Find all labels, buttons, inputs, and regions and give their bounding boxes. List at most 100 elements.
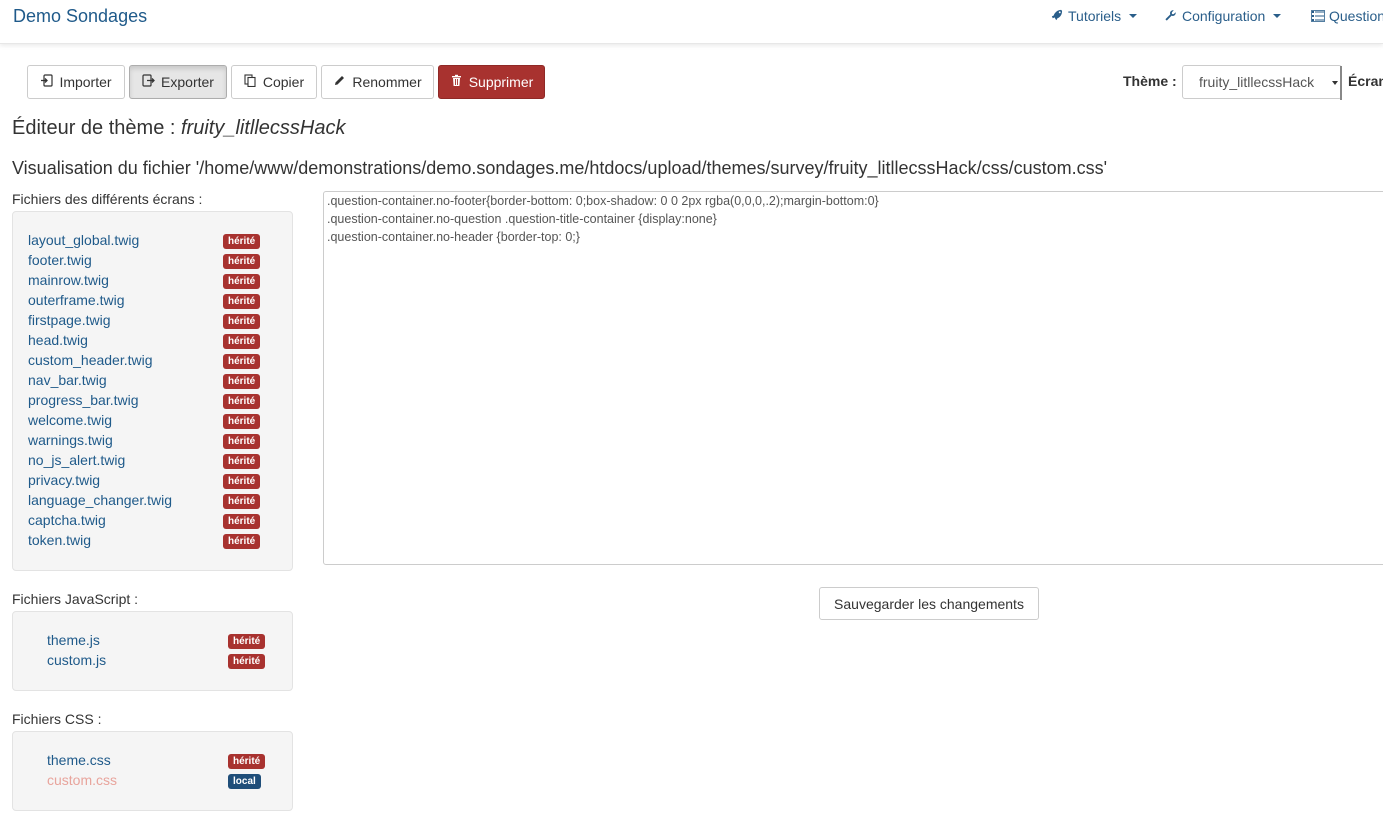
import-button[interactable]: Importer <box>27 65 125 99</box>
css-files-label: Fichiers CSS : <box>12 711 102 727</box>
css-files-panel: theme.css hérité custom.css local <box>12 731 293 811</box>
status-badge: hérité <box>223 374 261 389</box>
code-line: .question-container.no-header {border-to… <box>327 230 580 244</box>
list-item: nav_bar.twig hérité <box>13 372 292 392</box>
list-item: layout_global.twig hérité <box>13 232 292 252</box>
screen-label: Écran <box>1348 73 1383 89</box>
file-link[interactable]: captcha.twig <box>28 512 106 528</box>
file-path-heading: Visualisation du fichier '/home/www/demo… <box>12 158 1108 178</box>
list-item: theme.js hérité <box>13 632 292 652</box>
status-badge: hérité <box>223 454 261 469</box>
list-item: language_changer.twig hérité <box>13 492 292 512</box>
list-item: no_js_alert.twig hérité <box>13 452 292 472</box>
list-icon <box>1311 9 1325 23</box>
file-link[interactable]: layout_global.twig <box>28 232 139 248</box>
select-edge <box>1340 66 1342 100</box>
list-item: firstpage.twig hérité <box>13 312 292 332</box>
page-title: Éditeur de thème : fruity_litllecssHack <box>12 117 346 139</box>
status-badge: hérité <box>223 414 261 429</box>
pencil-icon <box>333 74 346 90</box>
js-files-label: Fichiers JavaScript : <box>12 591 139 607</box>
list-item: welcome.twig hérité <box>13 412 292 432</box>
trash-icon <box>450 74 463 90</box>
status-badge: hérité <box>223 274 261 289</box>
list-item: progress_bar.twig hérité <box>13 392 292 412</box>
list-item: custom.js hérité <box>13 652 292 672</box>
status-badge: hérité <box>223 434 261 449</box>
wrench-icon <box>1164 9 1178 23</box>
status-badge: hérité <box>223 354 261 369</box>
code-line: .question-container.no-footer{border-bot… <box>327 194 879 208</box>
file-link[interactable]: nav_bar.twig <box>28 372 107 388</box>
file-link[interactable]: progress_bar.twig <box>28 392 139 408</box>
list-item: theme.css hérité <box>13 752 292 772</box>
file-link[interactable]: privacy.twig <box>28 472 100 488</box>
file-link[interactable]: language_changer.twig <box>28 492 172 508</box>
list-item: outerframe.twig hérité <box>13 292 292 312</box>
list-item: captcha.twig hérité <box>13 512 292 532</box>
status-badge: hérité <box>228 634 266 649</box>
status-badge: hérité <box>223 314 261 329</box>
nav-tutorials[interactable]: Tutoriels <box>1050 8 1138 24</box>
file-link[interactable]: theme.js <box>47 632 100 648</box>
file-link[interactable]: theme.css <box>47 752 111 768</box>
list-item: footer.twig hérité <box>13 252 292 272</box>
nav-question[interactable]: Question <box>1311 8 1383 24</box>
export-button[interactable]: Exporter <box>129 65 227 99</box>
status-badge: hérité <box>223 394 261 409</box>
status-badge: hérité <box>223 334 261 349</box>
screen-files-label: Fichiers des différents écrans : <box>12 191 203 207</box>
status-badge: hérité <box>223 494 261 509</box>
theme-select[interactable]: fruity_litllecssHack <box>1182 65 1342 100</box>
list-item: privacy.twig hérité <box>13 472 292 492</box>
file-link[interactable]: mainrow.twig <box>28 272 109 288</box>
status-badge: local <box>228 774 261 789</box>
list-item: mainrow.twig hérité <box>13 272 292 292</box>
status-badge: hérité <box>223 514 261 529</box>
file-link[interactable]: custom.js <box>47 652 106 668</box>
list-item: warnings.twig hérité <box>13 432 292 452</box>
top-navbar: Demo Sondages Tutoriels Configuration Qu… <box>0 0 1383 44</box>
file-link[interactable]: footer.twig <box>28 252 92 268</box>
status-badge: hérité <box>223 534 261 549</box>
nav-configuration-label: Configuration <box>1182 8 1266 24</box>
file-link[interactable]: head.twig <box>28 332 88 348</box>
nav-configuration[interactable]: Configuration <box>1164 8 1282 24</box>
file-link[interactable]: no_js_alert.twig <box>28 452 125 468</box>
brand-link[interactable]: Demo Sondages <box>13 6 147 27</box>
status-badge: hérité <box>223 234 261 249</box>
export-icon <box>142 74 155 90</box>
rename-button[interactable]: Renommer <box>321 65 434 99</box>
status-badge: hérité <box>223 254 261 269</box>
file-link[interactable]: welcome.twig <box>28 412 112 428</box>
js-files-panel: theme.js hérité custom.js hérité <box>12 611 293 691</box>
copy-icon <box>244 74 257 90</box>
screen-files-panel: layout_global.twig hérité footer.twig hé… <box>12 211 293 571</box>
file-link[interactable]: token.twig <box>28 532 91 548</box>
page-title-theme: fruity_litllecssHack <box>181 117 346 139</box>
list-item: token.twig hérité <box>13 532 292 552</box>
chevron-down-icon <box>1332 81 1338 85</box>
file-link[interactable]: outerframe.twig <box>28 292 124 308</box>
save-changes-button[interactable]: Sauvegarder les changements <box>819 587 1039 620</box>
code-line: .question-container.no-question .questio… <box>327 212 717 226</box>
nav-tutorials-label: Tutoriels <box>1068 8 1122 24</box>
status-badge: hérité <box>228 654 266 669</box>
import-icon <box>40 74 54 90</box>
list-item: custom.css local <box>13 772 292 792</box>
chevron-down-icon <box>1129 14 1138 18</box>
copy-button[interactable]: Copier <box>231 65 317 99</box>
file-link[interactable]: custom_header.twig <box>28 352 153 368</box>
code-editor[interactable]: .question-container.no-footer{border-bot… <box>323 191 1383 565</box>
list-item: head.twig hérité <box>13 332 292 352</box>
theme-label: Thème : <box>1123 73 1177 89</box>
status-badge: hérité <box>223 474 261 489</box>
nav-question-label: Question <box>1329 8 1383 24</box>
file-link[interactable]: warnings.twig <box>28 432 113 448</box>
theme-select-value: fruity_litllecssHack <box>1199 74 1315 90</box>
file-link-current[interactable]: custom.css <box>47 772 117 788</box>
status-badge: hérité <box>223 294 261 309</box>
file-link[interactable]: firstpage.twig <box>28 312 110 328</box>
list-item: custom_header.twig hérité <box>13 352 292 372</box>
delete-button[interactable]: Supprimer <box>438 65 545 99</box>
